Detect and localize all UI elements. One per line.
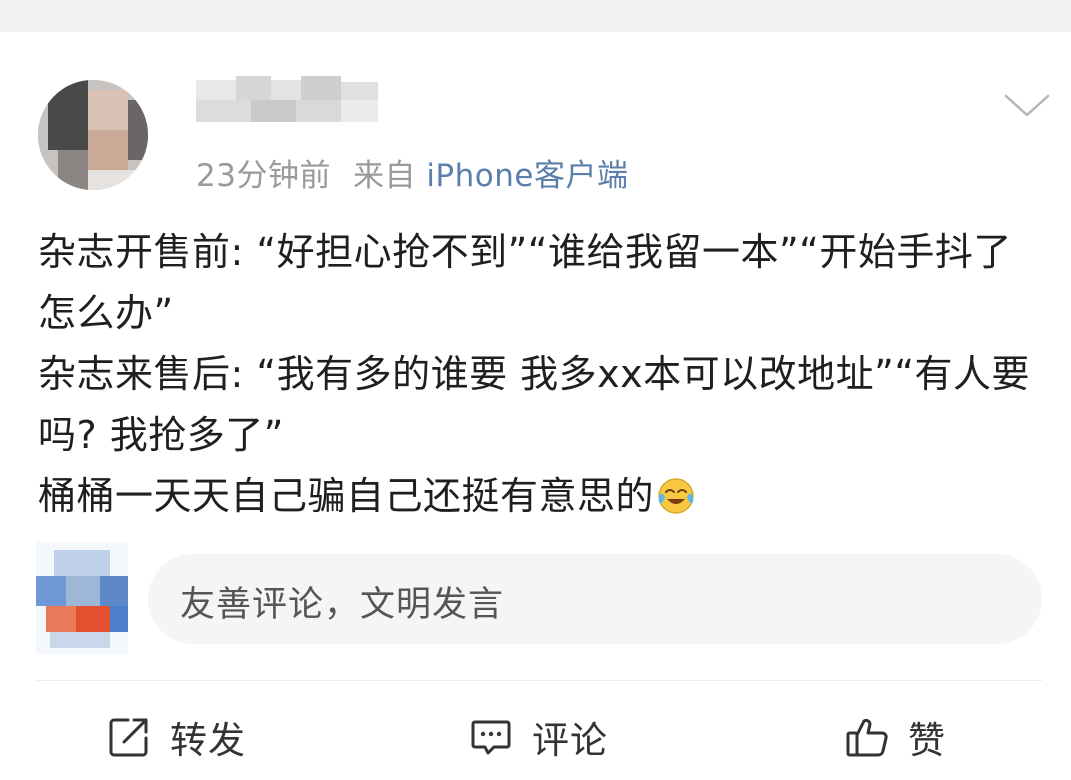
comment-label: 评论: [532, 719, 608, 762]
author-name-blurred[interactable]: [196, 76, 378, 126]
chevron-down-icon[interactable]: [1002, 90, 1052, 120]
post-source-link[interactable]: iPhone客户端: [426, 158, 628, 194]
like-button[interactable]: 赞: [844, 712, 946, 762]
like-label: 赞: [908, 719, 946, 762]
comment-button[interactable]: 评论: [468, 712, 608, 762]
laugh-cry-emoji: [656, 472, 696, 514]
repost-label: 转发: [170, 719, 246, 762]
weibo-post-card: 23分钟前 来自 iPhone客户端 杂志开售前: “好担心抢不到”“谁给我留一本…: [0, 32, 1071, 780]
comment-input[interactable]: 友善评论，文明发言: [148, 554, 1042, 644]
author-avatar[interactable]: [38, 80, 148, 190]
repost-button[interactable]: 转发: [106, 712, 246, 762]
comment-placeholder: 友善评论，文明发言: [180, 585, 505, 625]
thumbs-up-icon: [846, 718, 888, 757]
top-bar: [0, 0, 1071, 32]
post-line: 桶桶一天天自己骗自己还挺有意思的: [38, 466, 1048, 527]
divider: [36, 680, 1042, 681]
post-time: 23分钟前: [196, 158, 331, 194]
post-content: 杂志开售前: “好担心抢不到”“谁给我留一本”“开始手抖了怎么办” 杂志来售后:…: [38, 222, 1048, 527]
comment-icon: [471, 720, 511, 755]
post-meta: 23分钟前 来自 iPhone客户端: [196, 150, 628, 195]
post-line-text: 桶桶一天天自己骗自己还挺有意思的: [38, 474, 655, 518]
post-line: 杂志开售前: “好担心抢不到”“谁给我留一本”“开始手抖了怎么办”: [38, 230, 1012, 335]
post-line: 杂志来售后: “我有多的谁要 我多xx本可以改地址”“有人要吗? 我抢多了”: [38, 352, 1030, 457]
share-icon: [109, 718, 148, 757]
my-avatar: [36, 542, 128, 654]
source-prefix: 来自: [352, 158, 416, 194]
